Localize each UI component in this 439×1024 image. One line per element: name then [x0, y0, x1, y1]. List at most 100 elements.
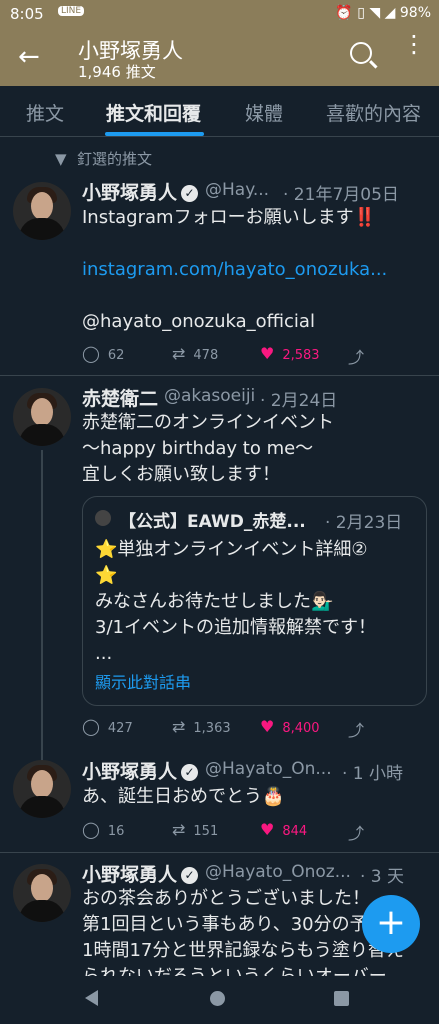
tweet-line: おの茶会ありがとうございました！ [82, 888, 370, 909]
verified-badge-icon: ✓ [181, 867, 199, 884]
tab-media[interactable]: 媒體 [245, 99, 283, 126]
active-tab-indicator [105, 132, 204, 136]
author-name-text: 小野塚勇人 [82, 182, 178, 204]
compose-tweet-button[interactable]: + [362, 895, 420, 953]
status-icons: ⏰ ▯ ◥ ◢ 98% [335, 5, 431, 21]
reply-button[interactable]: ◯ 62 [82, 344, 124, 363]
back-arrow-icon[interactable]: ← [18, 42, 40, 72]
share-button[interactable]: ⤴ [348, 717, 372, 741]
retweet-icon: ⇄ [172, 820, 186, 839]
retweet-button[interactable]: ⇄ 478 [172, 344, 218, 363]
tab-tweets-and-replies[interactable]: 推文和回覆 [106, 99, 201, 126]
share-button[interactable]: ⤴ [348, 344, 372, 368]
like-icon: ♥ [260, 717, 275, 736]
reply-button[interactable]: ◯ 16 [82, 820, 124, 839]
tweet-actions: ◯ 62 ⇄ 478 ♥ 2,583 ⤴ [82, 344, 422, 367]
share-icon: ⤴ [348, 721, 365, 740]
like-count: 8,400 [282, 721, 320, 736]
tweet-author-name[interactable]: 小野塚勇人 ✓ [82, 860, 199, 887]
tab-tweets[interactable]: 推文 [26, 99, 64, 126]
tweet-actions: ◯ 427 ⇄ 1,363 ♥ 8,400 ⤴ [82, 717, 422, 740]
reply-count: 62 [107, 348, 125, 363]
reply-icon: ◯ [82, 820, 100, 839]
tweet-date: · 2月24日 [260, 391, 338, 411]
profile-header: ← 小野塚勇人 1,946 推文 ⋮ [0, 28, 439, 86]
status-time: 8:05 [10, 5, 44, 23]
like-icon: ♥ [260, 820, 275, 839]
android-nav-bar [0, 976, 439, 1024]
tweet-actions: ◯ 16 ⇄ 151 ♥ 844 ⤴ [82, 820, 422, 843]
quote-date: · 2月23日 [325, 513, 403, 533]
tweet-line: 1時間17分と世界記録ならもう塗り替え [82, 940, 404, 961]
nav-home-icon[interactable] [210, 991, 225, 1006]
author-name-text: 小野塚勇人 [82, 761, 178, 783]
share-button[interactable]: ⤴ [348, 820, 372, 844]
tweet-date: · 3 天 [360, 867, 405, 887]
quote-line: みなさんお待たせしました💁🏻‍♂️ [95, 591, 334, 612]
reply-count: 16 [107, 824, 125, 839]
pinned-text: 釘選的推文 [77, 150, 153, 168]
quote-avatar [95, 510, 111, 526]
retweet-button[interactable]: ⇄ 1,363 [172, 717, 231, 736]
avatar[interactable] [13, 182, 71, 240]
nav-recents-icon[interactable] [334, 991, 349, 1006]
retweet-icon: ⇄ [172, 344, 186, 363]
tweet-line: @hayato_onozuka_official [82, 311, 315, 332]
retweet-count: 151 [193, 824, 219, 839]
quote-line: ⭐ [95, 565, 118, 586]
tweet-line: あ、誕生日おめでとう🎂 [82, 786, 285, 807]
author-name-text: 小野塚勇人 [82, 864, 178, 886]
verified-badge-icon: ✓ [181, 764, 199, 781]
battery-level: 98% [399, 5, 431, 21]
like-count: 844 [282, 824, 308, 839]
tweet-line: 宜しくお願い致します！ [82, 464, 280, 485]
like-button[interactable]: ♥ 844 [260, 820, 307, 839]
like-count: 2,583 [282, 348, 320, 363]
avatar[interactable] [13, 388, 71, 446]
tweet-date: · 1 小時 [342, 764, 404, 784]
avatar[interactable] [13, 760, 71, 818]
reply-icon: ◯ [82, 344, 100, 363]
share-icon: ⤴ [348, 348, 365, 367]
search-icon[interactable] [350, 42, 372, 64]
quote-line: 3/1イベントの追加情報解禁です！ [95, 617, 376, 638]
retweet-icon: ⇄ [172, 717, 186, 736]
tweet-line: 〜happy birthday to me〜 [82, 438, 314, 459]
tweet-handle: @Hay... [205, 180, 270, 200]
reply-button[interactable]: ◯ 427 [82, 717, 133, 736]
tweet-handle: @akasoeiji [164, 386, 256, 406]
quoted-tweet[interactable]: 【公式】EAWD_赤楚... · 2月23日 ⭐単独オンラインイベント詳細② ⭐… [82, 496, 427, 706]
like-icon: ♥ [260, 344, 275, 363]
tweet-count: 1,946 推文 [78, 63, 156, 81]
verified-badge-icon: ✓ [181, 185, 199, 202]
retweet-button[interactable]: ⇄ 151 [172, 820, 218, 839]
status-system-icons: ⏰ ▯ ◥ ◢ [335, 5, 396, 21]
profile-tabs: 推文 推文和回覆 媒體 喜歡的內容 [0, 86, 439, 137]
divider [0, 852, 439, 853]
tweet-text: Instagramフォローお願いします‼️ instagram.com/haya… [82, 205, 387, 335]
pin-icon: ▼ [55, 150, 67, 168]
status-bar: 8:05 LINE ⏰ ▯ ◥ ◢ 98% [0, 0, 439, 28]
nav-back-icon[interactable] [85, 990, 98, 1006]
tweet-author-name[interactable]: 小野塚勇人 ✓ [82, 757, 199, 784]
avatar[interactable] [13, 864, 71, 922]
tab-likes[interactable]: 喜歡的內容 [326, 99, 421, 126]
like-button[interactable]: ♥ 8,400 [260, 717, 320, 736]
tweet-line: Instagramフォローお願いします‼️ [82, 207, 376, 228]
tweet-date: · 21年7月05日 [283, 185, 399, 205]
tweet-handle: @Hayato_Onoz... [205, 862, 351, 882]
show-thread-link[interactable]: 顯示此對話串 [95, 669, 191, 693]
pinned-label: ▼ 釘選的推文 [55, 148, 152, 169]
tweet-author-name[interactable]: 赤楚衛二 [82, 384, 158, 411]
line-notification-icon: LINE [58, 6, 85, 16]
instagram-link[interactable]: instagram.com/hayato_onozuka... [82, 257, 387, 283]
more-options-icon[interactable]: ⋮ [402, 32, 426, 56]
tweet-text: あ、誕生日おめでとう🎂 [82, 784, 284, 810]
quote-text: ⭐単独オンラインイベント詳細② ⭐ みなさんお待たせしました💁🏻‍♂️ 3/1イ… [95, 537, 376, 667]
retweet-count: 478 [193, 348, 219, 363]
quote-line: ⭐単独オンラインイベント詳細② [95, 539, 368, 560]
like-button[interactable]: ♥ 2,583 [260, 344, 320, 363]
tweet-author-name[interactable]: 小野塚勇人 ✓ [82, 178, 199, 205]
divider [0, 375, 439, 376]
quote-author-name: 【公式】EAWD_赤楚... [119, 512, 306, 532]
